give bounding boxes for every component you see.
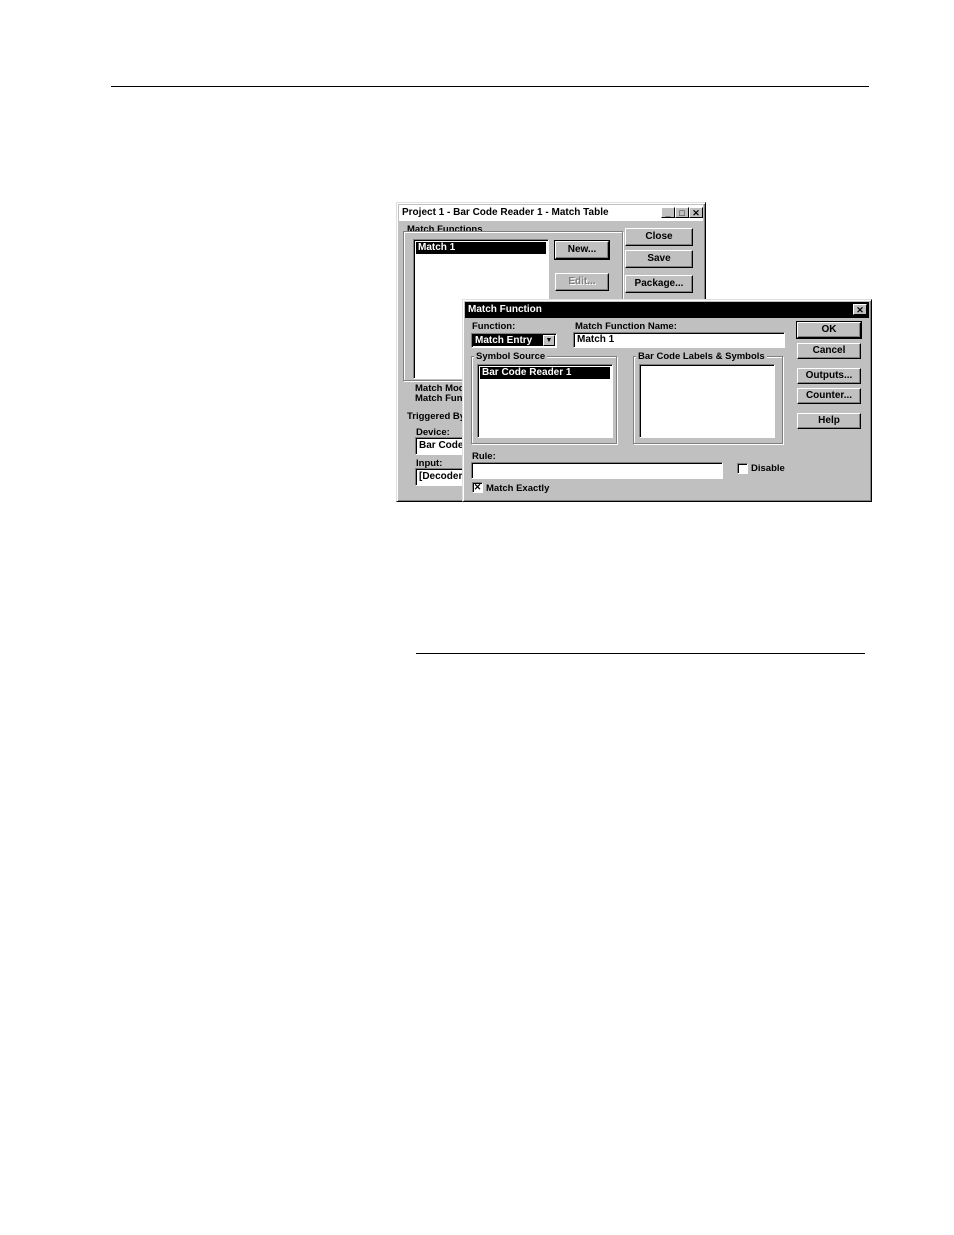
footer-rule [416, 653, 865, 654]
match-function-label: Match Fun [415, 393, 463, 404]
maximize-button[interactable]: □ [675, 207, 689, 218]
function-select[interactable]: Match Entry ▼ [471, 333, 557, 348]
outputs-button[interactable]: Outputs... [797, 368, 861, 384]
chevron-down-icon[interactable]: ▼ [543, 335, 555, 346]
match-function-name-label: Match Function Name: [575, 321, 677, 332]
list-item[interactable]: Bar Code Reader 1 [480, 367, 610, 379]
labels-symbols-label: Bar Code Labels & Symbols [636, 351, 767, 362]
match-exactly-label: Match Exactly [486, 483, 550, 494]
match-table-title: Project 1 - Bar Code Reader 1 - Match Ta… [402, 207, 609, 218]
symbol-source-list[interactable]: Bar Code Reader 1 [477, 364, 613, 438]
symbol-source-label: Symbol Source [474, 351, 548, 362]
new-button[interactable]: New... [554, 240, 610, 260]
match-exactly-checkbox[interactable]: ✕ [472, 482, 483, 493]
help-button[interactable]: Help [797, 413, 861, 429]
disable-label: Disable [751, 463, 785, 474]
match-function-titlebar: Match Function [465, 302, 869, 318]
minimize-button[interactable]: _ [661, 207, 675, 218]
match-function-dialog: Match Function ✕ Function: Match Entry ▼… [462, 299, 872, 502]
close-button[interactable]: Close [625, 228, 693, 246]
save-button[interactable]: Save [625, 250, 693, 268]
disable-checkbox[interactable] [737, 463, 748, 474]
function-selected-value: Match Entry [473, 335, 543, 346]
list-item[interactable]: Match 1 [416, 242, 546, 254]
header-rule [111, 86, 869, 87]
counter-button[interactable]: Counter... [797, 388, 861, 404]
edit-button[interactable]: Edit... [555, 273, 609, 291]
match-function-title: Match Function [468, 304, 542, 315]
match-function-name-field[interactable]: Match 1 [573, 332, 785, 348]
match-table-titlebar: Project 1 - Bar Code Reader 1 - Match Ta… [399, 205, 703, 221]
cancel-button[interactable]: Cancel [797, 343, 861, 359]
package-button[interactable]: Package... [625, 275, 693, 293]
ok-button[interactable]: OK [796, 321, 862, 339]
close-window-button[interactable]: ✕ [689, 207, 703, 218]
labels-symbols-list[interactable] [639, 364, 775, 438]
rule-label: Rule: [472, 451, 496, 462]
function-label: Function: [472, 321, 516, 332]
triggered-by-label: Triggered By [407, 411, 466, 422]
dialog-close-button[interactable]: ✕ [853, 304, 867, 315]
rule-field[interactable] [471, 462, 723, 479]
